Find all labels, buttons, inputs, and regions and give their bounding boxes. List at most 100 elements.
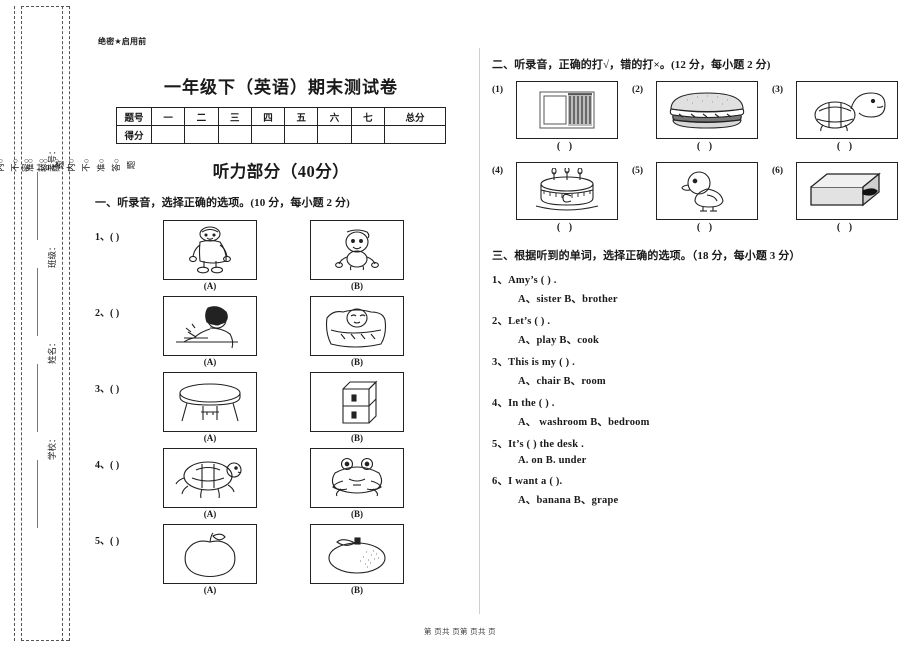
question-4-number[interactable]: 4、( ) (95, 456, 119, 471)
section-two-item-4[interactable]: (4) () (492, 162, 624, 233)
item-3-answer-blank[interactable]: ( ) (796, 141, 896, 152)
birthday-cake-icon (516, 162, 618, 220)
turtle-icon (163, 448, 257, 508)
score-cell-5[interactable] (317, 125, 352, 144)
question-row-2: 2、( ) (A) (B) (95, 296, 467, 368)
question-row-4: 4、( ) (A) (B) (95, 448, 467, 520)
question-2-option-a[interactable]: (A) (163, 296, 257, 367)
box-icon (796, 162, 898, 220)
window-curtain-icon (516, 81, 618, 139)
section-two-row-1: (1) () (2) () (3) () (492, 81, 912, 152)
score-table-row-label-0: 题号 (116, 107, 152, 126)
item-2-answer-blank[interactable]: ( ) (656, 141, 756, 152)
score-cell-6[interactable] (350, 125, 386, 144)
question-6-options[interactable]: A、banana B、grape (518, 492, 912, 507)
orange-icon (310, 524, 404, 584)
score-table-col-total: 总分 (384, 107, 446, 126)
item-4-answer-blank[interactable]: ( ) (516, 222, 616, 233)
section-two-item-2[interactable]: (2) () (632, 81, 764, 152)
exam-paper-page: 密○封○线○内○不○准○答○题 密○封○线○内○不○准○答○题 考号： 班级： … (0, 0, 920, 651)
item-5-answer-blank[interactable]: ( ) (656, 222, 756, 233)
question-3-stem[interactable]: 3、This is my ( ) . (492, 354, 912, 369)
student-info-fields: 考号： 班级： 姓名： 学校： (24, 146, 60, 572)
cabinet-icon (310, 372, 404, 432)
exam-number-label: 考号： (47, 146, 57, 172)
secret-mark: 绝密★启用前 (98, 37, 147, 46)
item-6-answer-blank[interactable]: ( ) (796, 222, 896, 233)
class-label: 班级： (47, 242, 57, 268)
question-3-option-a[interactable]: (A) (163, 372, 257, 443)
question-1-options[interactable]: A、sister B、brother (518, 291, 912, 306)
question-1-number[interactable]: 1、( ) (95, 228, 119, 243)
listening-part-title: 听力部分（40分） (212, 162, 350, 181)
question-1-label-a: (A) (203, 281, 217, 291)
question-5-options[interactable]: A. on B. under (518, 455, 912, 466)
class-rule (37, 268, 38, 336)
question-4-options[interactable]: A、 washroom B、bedroom (518, 414, 912, 429)
item-3-tag: (3) (772, 85, 784, 95)
school-rule (37, 460, 38, 528)
question-1-option-b[interactable]: (B) (310, 220, 404, 291)
section-two-item-5[interactable]: (5) ( ) (632, 162, 764, 233)
question-3-number[interactable]: 3、( ) (95, 380, 119, 395)
score-cell-3[interactable] (250, 125, 286, 144)
question-2-stem[interactable]: 2、Let’s ( ) . (492, 313, 912, 328)
seal-dashed-line-1 (14, 6, 15, 641)
score-cell-total[interactable] (384, 125, 446, 144)
question-2-options[interactable]: A、play B、cook (518, 332, 912, 347)
question-3-label-b: (B) (351, 433, 363, 443)
section-two-heading: 二、听录音，正确的打√，错的打×。(12 分，每小题 2 分) (492, 59, 771, 71)
item-4-tag: (4) (492, 166, 504, 176)
question-1-stem[interactable]: 1、Amy’s ( ) . (492, 272, 912, 287)
score-cell-0[interactable] (150, 125, 186, 144)
score-table-col-0: 一 (150, 107, 186, 126)
question-4-option-a[interactable]: (A) (163, 448, 257, 519)
score-table-col-3: 四 (250, 107, 286, 126)
exam-number-rule (37, 172, 38, 240)
section-two-item-3[interactable]: (3) ( ) (772, 81, 904, 152)
item-1-answer-blank[interactable]: ( ) (516, 141, 616, 152)
question-5-label-a: (A) (203, 585, 217, 595)
table-row-question-numbers: 题号 一 二 三 四 五 六 七 总分 (116, 107, 446, 126)
seal-strip-right: 密○封○线○内○不○准○答○题 (21, 105, 136, 225)
question-5-label-b: (B) (351, 585, 363, 595)
question-4-label-b: (B) (351, 509, 363, 519)
child-writing-icon (163, 296, 257, 356)
question-5-number[interactable]: 5、( ) (95, 532, 119, 547)
question-2-label-b: (B) (351, 357, 363, 367)
question-5-option-b[interactable]: (B) (310, 524, 404, 595)
score-cell-4[interactable] (284, 125, 319, 144)
child-sleeping-icon (310, 296, 404, 356)
duck-icon (656, 162, 758, 220)
section-two-item-1[interactable]: (1) () (492, 81, 624, 152)
question-3-option-b[interactable]: (B) (310, 372, 404, 443)
question-5-option-a[interactable]: (A) (163, 524, 257, 595)
score-table-col-5: 六 (317, 107, 352, 126)
question-5-stem[interactable]: 5、It’s ( ) the desk . (492, 436, 912, 451)
seal-dashed-line-4 (69, 6, 70, 641)
section-two-item-6[interactable]: (6) ( ) (772, 162, 904, 233)
question-6-stem[interactable]: 6、I want a ( ). (492, 473, 912, 488)
question-row-3: 3、( ) (A) (B) (95, 372, 467, 444)
question-2-option-b[interactable]: (B) (310, 296, 404, 367)
question-4-option-b[interactable]: (B) (310, 448, 404, 519)
left-column: 绝密★启用前 一年级下（英语）期末测试卷 题号 一 二 三 四 五 六 七 总分… (95, 36, 467, 600)
question-1-label-b: (B) (351, 281, 363, 291)
question-3-options[interactable]: A、chair B、room (518, 373, 912, 388)
turtle-dinosaur-icon (796, 81, 898, 139)
question-4-stem[interactable]: 4、In the ( ) . (492, 395, 912, 410)
question-2-number[interactable]: 2、( ) (95, 304, 119, 319)
right-column: 二、听录音，正确的打√，错的打×。(12 分，每小题 2 分) (1) () … (492, 56, 912, 514)
fat-boy-icon (163, 220, 257, 280)
question-2-label-a: (A) (203, 357, 217, 367)
score-table-col-2: 三 (217, 107, 252, 126)
seal-dashed-line-bottom (21, 640, 69, 641)
score-cell-2[interactable] (217, 125, 252, 144)
seal-dashed-line-top (21, 6, 69, 7)
section-three-heading: 三、根据听到的单词，选择正确的选项。（18 分，每小题 3 分） (492, 250, 801, 262)
item-1-tag: (1) (492, 85, 504, 95)
item-2-tag: (2) (632, 85, 644, 95)
section-three-questions: 1、Amy’s ( ) . A、sister B、brother 2、Let’s… (492, 272, 912, 507)
question-1-option-a[interactable]: (A) (163, 220, 257, 291)
score-cell-1[interactable] (184, 125, 219, 144)
